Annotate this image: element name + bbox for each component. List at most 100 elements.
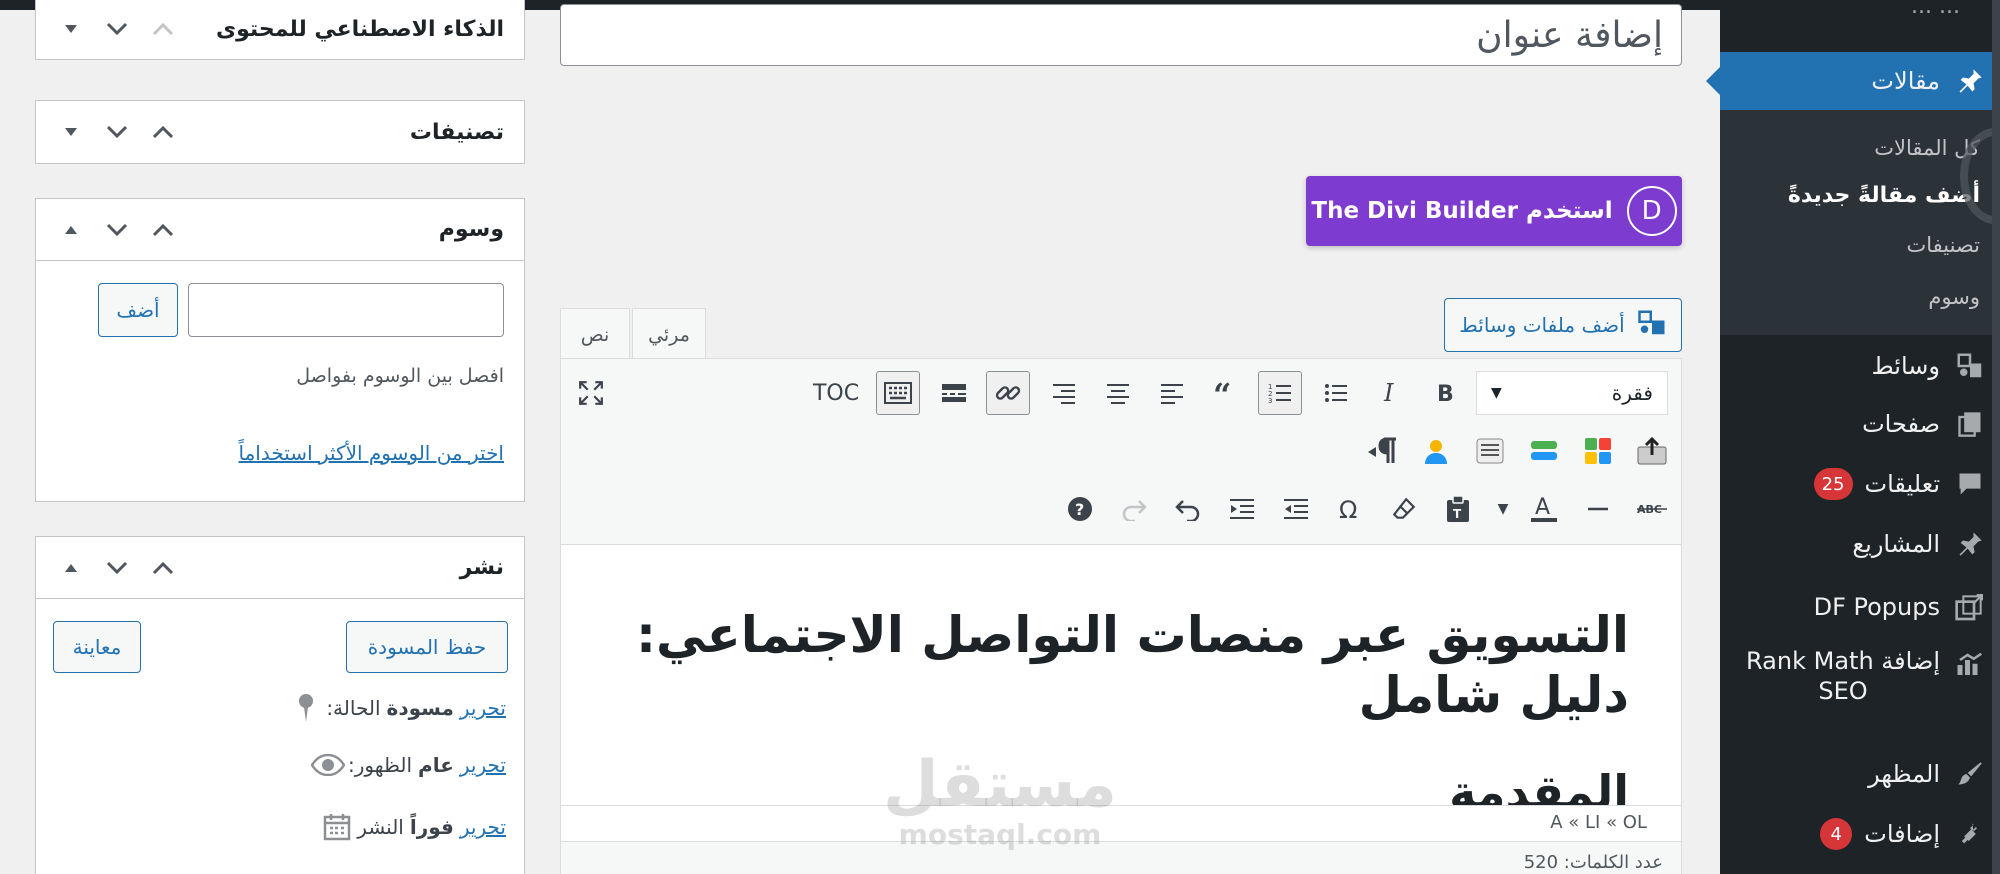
rtl-direction-button[interactable]: [1360, 429, 1404, 473]
sidebar-item-posts[interactable]: مقالات: [1720, 52, 2000, 110]
divi-logo-icon: D: [1626, 186, 1677, 236]
clear-formatting-button[interactable]: [1382, 487, 1426, 531]
help-button[interactable]: ?: [1058, 487, 1102, 531]
text-module-button[interactable]: [1468, 429, 1512, 473]
sidebar-item-media[interactable]: وسائط: [1720, 344, 2000, 388]
edit-publish-time-link[interactable]: تحرير: [460, 815, 506, 839]
new-tag-input[interactable]: [188, 283, 504, 337]
numbered-list-button[interactable]: 123: [1258, 371, 1302, 415]
bold-button[interactable]: B: [1422, 371, 1466, 415]
insert-link-button[interactable]: [986, 371, 1030, 415]
paste-text-button[interactable]: T: [1436, 487, 1480, 531]
author-box-button[interactable]: [1414, 429, 1458, 473]
tab-text[interactable]: نص: [560, 308, 630, 360]
fullscreen-button[interactable]: [569, 371, 613, 415]
toc-button[interactable]: TOC: [801, 371, 871, 415]
sidebar-item-label: وسائط: [1871, 352, 1940, 380]
admin-sidebar: ... ... مقالات كل المقالات أضف مقالةً جد…: [1706, 0, 2000, 874]
horizontal-line-button[interactable]: [1576, 487, 1620, 531]
element-path[interactable]: A « LI « OL: [561, 805, 1681, 841]
align-center-button[interactable]: [1096, 371, 1140, 415]
categories-box-header[interactable]: تصنيفات: [36, 101, 524, 163]
status-row: الحالة: مسودة تحرير: [274, 693, 506, 723]
tags-box-header[interactable]: وسوم: [36, 199, 524, 261]
toggle-icon: [1531, 441, 1557, 460]
toolbar-toggle-button[interactable]: [876, 371, 920, 415]
bullet-list-button[interactable]: [1314, 371, 1358, 415]
sidebar-item-label: DF Popups: [1813, 593, 1940, 621]
format-select[interactable]: فقرة ▼: [1476, 371, 1668, 415]
sidebar-item-rankmath[interactable]: إضافة Rank Math SEO: [1720, 646, 2000, 718]
redo-button[interactable]: [1112, 487, 1156, 531]
submenu-tags[interactable]: وسوم: [1928, 285, 1980, 309]
modules-button[interactable]: [1576, 429, 1620, 473]
sidebar-scrollbar[interactable]: [1992, 0, 2000, 874]
add-tag-button[interactable]: أضف: [98, 283, 178, 337]
svg-text:“: “: [1213, 382, 1231, 404]
text-color-caret-icon[interactable]: ▼: [1488, 487, 1518, 531]
tab-visual[interactable]: مرئي: [632, 308, 706, 360]
indent-button[interactable]: [1220, 487, 1264, 531]
fullscreen-icon: [579, 381, 603, 405]
sidebar-item-label: المشاريع: [1852, 530, 1940, 558]
align-left-button[interactable]: [1150, 371, 1194, 415]
move-down-icon[interactable]: [94, 112, 140, 152]
sidebar-item-projects[interactable]: المشاريع: [1720, 522, 2000, 566]
read-more-button[interactable]: [932, 371, 976, 415]
format-select-value: فقرة: [1611, 381, 1653, 405]
publish-box-header[interactable]: نشر: [36, 537, 524, 599]
undo-button[interactable]: [1166, 487, 1210, 531]
edit-visibility-link[interactable]: تحرير: [460, 753, 506, 777]
toggle-panel-icon[interactable]: [48, 548, 94, 588]
outdent-button[interactable]: [1274, 487, 1318, 531]
edit-status-link[interactable]: تحرير: [460, 696, 506, 720]
align-right-button[interactable]: [1042, 371, 1086, 415]
toggle-panel-icon[interactable]: [48, 112, 94, 152]
preview-button[interactable]: معاينة: [53, 621, 141, 673]
sidebar-item-cut[interactable]: ... ...: [1911, 0, 1960, 19]
toggle-module-button[interactable]: [1522, 429, 1566, 473]
strikethrough-button[interactable]: ABC: [1630, 487, 1674, 531]
paintbrush-icon: [1940, 760, 2000, 788]
svg-text:I: I: [1383, 381, 1394, 405]
sidebar-item-comments[interactable]: تعليقات 25: [1720, 462, 2000, 506]
move-down-icon[interactable]: [94, 9, 140, 49]
submenu-add-new[interactable]: أضف مقالةً جديدةً: [1788, 183, 1980, 208]
move-up-icon[interactable]: [140, 112, 186, 152]
sidebar-item-pages[interactable]: صفحات: [1720, 402, 2000, 446]
move-up-icon[interactable]: [140, 548, 186, 588]
bold-icon: B: [1437, 382, 1454, 405]
plugins-count-badge: 4: [1820, 818, 1853, 850]
move-up-icon[interactable]: [140, 9, 186, 49]
add-media-button[interactable]: أضف ملفات وسائط: [1444, 298, 1682, 352]
popup-icon: [1940, 591, 2000, 623]
save-draft-button[interactable]: حفظ المسودة: [346, 621, 508, 673]
sidebar-item-appearance[interactable]: المظهر: [1720, 752, 2000, 796]
sidebar-item-plugins[interactable]: إضافات 4: [1720, 812, 2000, 856]
most-used-tags-link[interactable]: اختر من الوسوم الأكثر استخداماً: [239, 441, 505, 465]
divi-builder-button[interactable]: D استخدم The Divi Builder: [1306, 176, 1682, 246]
text-color-button[interactable]: A: [1522, 487, 1566, 531]
pin-icon: [1940, 67, 2000, 95]
toggle-panel-icon[interactable]: [48, 9, 94, 49]
toggle-panel-icon[interactable]: [48, 210, 94, 250]
eraser-icon: [1392, 497, 1416, 519]
submenu-categories[interactable]: تصنيفات: [1906, 233, 1980, 257]
upload-button[interactable]: [1630, 429, 1674, 473]
special-character-button[interactable]: Ω: [1328, 487, 1372, 531]
move-down-icon[interactable]: [94, 548, 140, 588]
sidebar-item-label: صفحات: [1862, 410, 1940, 438]
svg-text:?: ?: [1075, 500, 1084, 519]
caret-down-icon: ▼: [1491, 385, 1502, 401]
editor-content[interactable]: التسويق عبر منصات التواصل الاجتماعي: دلي…: [561, 545, 1681, 815]
blockquote-button[interactable]: “: [1204, 371, 1248, 415]
italic-button[interactable]: I: [1368, 371, 1412, 415]
status-value: مسودة: [386, 696, 454, 720]
add-media-label: أضف ملفات وسائط: [1459, 313, 1625, 337]
move-up-icon[interactable]: [140, 210, 186, 250]
ai-box-header[interactable]: الذكاء الاصطناعي للمحتوى: [36, 0, 524, 59]
sidebar-item-popups[interactable]: DF Popups: [1720, 582, 2000, 632]
post-title-input[interactable]: [561, 5, 1681, 65]
clipboard-icon: T: [1447, 495, 1469, 522]
move-down-icon[interactable]: [94, 210, 140, 250]
